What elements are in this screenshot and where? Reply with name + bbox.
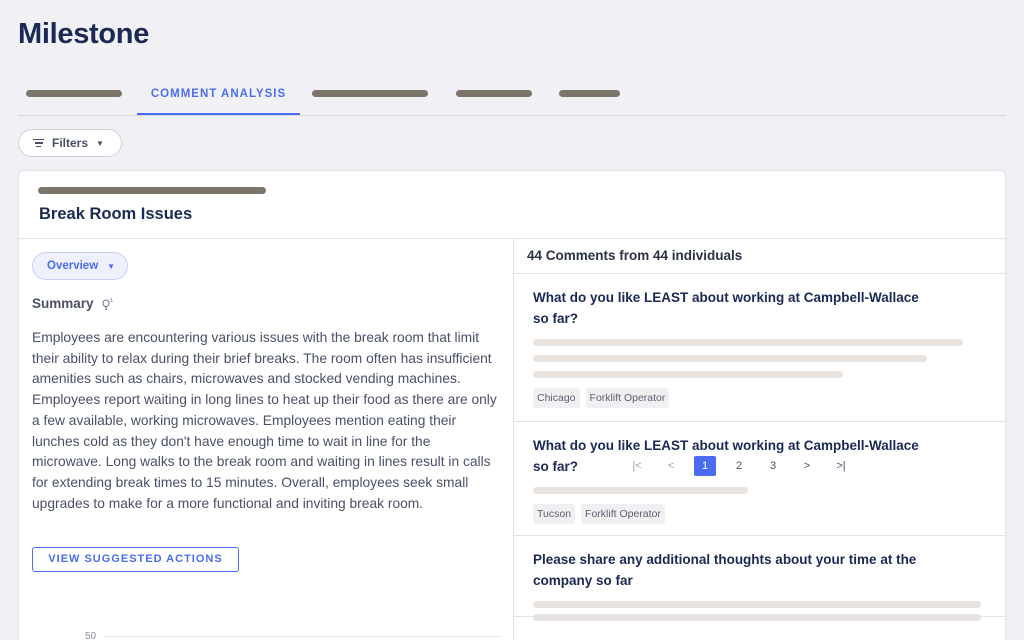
filters-button[interactable]: Filters ▼ [18,129,122,157]
comment-text-placeholder [533,371,843,378]
tag-role: Forklift Operator [581,504,665,524]
comment-item[interactable]: Please share any additional thoughts abo… [533,550,993,621]
chart-axis-tick: 50 [85,631,97,640]
next-page-button[interactable]: > [796,456,818,476]
tab-bar: COMMENT ANALYSIS [18,78,1006,116]
row-separator [514,616,1005,617]
summary-heading: Summary [32,296,114,311]
comment-text-placeholder [533,339,963,346]
page-button-3[interactable]: 3 [762,456,784,476]
caret-down-icon: ▼ [107,261,116,271]
tab-placeholder-4[interactable] [559,90,620,97]
overview-dropdown[interactable]: Overview ▼ [32,252,128,280]
last-page-button[interactable]: >| [830,456,852,476]
filter-icon [33,138,44,148]
app-title: Milestone [18,18,150,50]
comment-question: Please share any additional thoughts abo… [533,552,917,588]
tab-placeholder-2[interactable] [312,90,428,97]
page-button-2[interactable]: 2 [728,456,750,476]
tag-location: Tucson [533,504,576,524]
card-divider [19,238,1005,239]
pagination: |< < 1 2 3 > >| [626,456,864,476]
tab-placeholder-3[interactable] [456,90,532,97]
comment-tags: Chicago Forklift Operator [533,388,993,408]
tag-location: Chicago [533,388,580,408]
tab-comment-analysis[interactable]: COMMENT ANALYSIS [137,78,300,115]
view-suggested-actions-button[interactable]: VIEW SUGGESTED ACTIONS [32,547,239,572]
row-separator [514,273,1005,274]
card-title: Break Room Issues [39,205,193,223]
row-separator [514,535,1005,536]
comment-text-placeholder [533,601,981,608]
comments-count: 44 Comments from 44 individuals [527,248,743,263]
comment-tags: Tucson Forklift Operator [533,504,993,524]
first-page-button[interactable]: |< [626,456,648,476]
prev-page-button[interactable]: < [660,456,682,476]
topic-card: Break Room Issues Overview ▼ Summary Emp… [18,170,1006,640]
comment-item[interactable]: What do you like LEAST about working at … [533,288,993,408]
page-button-1[interactable]: 1 [694,456,716,476]
overview-label: Overview [47,260,99,272]
chart-gridline [105,636,500,637]
comment-text-placeholder [533,355,927,362]
summary-text: Employees are encountering various issue… [32,330,497,511]
comment-text-placeholder [533,487,748,494]
summary-label: Summary [32,296,94,311]
filters-label: Filters [52,136,89,150]
card-subtitle-placeholder [38,187,266,194]
tab-placeholder-1[interactable] [26,90,122,97]
lightbulb-icon [102,297,113,310]
tag-role: Forklift Operator [585,388,670,408]
comment-question: What do you like LEAST about working at … [533,290,919,326]
row-separator [514,421,1005,422]
caret-down-icon: ▼ [96,138,104,148]
comment-item[interactable]: What do you like LEAST about working at … [533,436,993,524]
column-divider [513,238,514,640]
